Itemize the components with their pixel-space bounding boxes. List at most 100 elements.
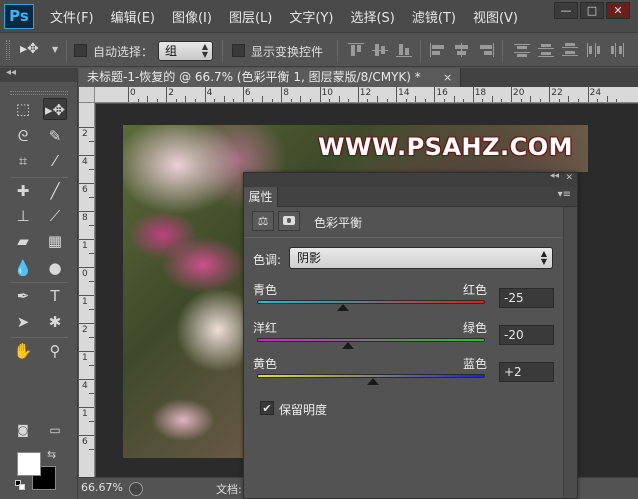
options-grip-icon[interactable] (6, 40, 10, 60)
panel-menu-icon[interactable]: ▾≡ (558, 189, 571, 200)
panel-scrollbar[interactable] (563, 207, 577, 498)
path-selection-tool-icon[interactable]: ➤ (11, 311, 35, 333)
foreground-color-swatch[interactable] (17, 452, 41, 476)
ruler-label: 22 (551, 88, 563, 98)
align-vcenter-icon[interactable] (372, 43, 388, 57)
ruler-minor-tick (89, 253, 94, 254)
cyan-red-slider-thumb[interactable] (336, 304, 349, 311)
ruler-minor-tick (195, 99, 197, 102)
panel-divider (244, 237, 577, 238)
ruler-label: 6 (244, 88, 251, 98)
minimize-button[interactable]: — (554, 2, 578, 19)
crop-tool-icon[interactable]: ⌗ (11, 150, 35, 172)
yellow-blue-value: +2 (504, 365, 522, 379)
move-tool-preset-icon[interactable]: ▸✥ (20, 41, 39, 57)
menu-image[interactable]: 图像(I) (172, 7, 212, 26)
vertical-ruler[interactable]: 246810121416 (79, 103, 95, 477)
magenta-green-slider[interactable] (257, 338, 485, 342)
ruler-minor-tick (376, 96, 378, 102)
balance-scale-icon[interactable]: ⚖ (252, 211, 274, 231)
show-transform-checkbox[interactable] (232, 44, 245, 57)
ruler-major-tick (79, 295, 94, 296)
align-hcenter-icon[interactable] (454, 43, 470, 57)
tab-properties[interactable]: 属性 (244, 187, 278, 207)
layer-mask-icon[interactable] (278, 211, 300, 231)
collapse-panel-icon[interactable]: ◂◂ (550, 171, 559, 181)
move-tool-icon[interactable]: ▸✥ (43, 98, 67, 120)
shape-tool-icon[interactable]: ✱ (43, 311, 67, 333)
close-document-icon[interactable]: × (443, 68, 452, 87)
align-bottom-icon[interactable] (396, 43, 412, 57)
chevron-down-icon[interactable]: ▼ (52, 45, 58, 54)
cyan-red-value: -25 (504, 291, 524, 305)
clone-stamp-tool-icon[interactable]: ⊥ (11, 205, 35, 227)
document-tab-strip: 未标题-1-恢复的 @ 66.7% (色彩平衡 1, 图层蒙版/8/CMYK) … (79, 68, 638, 87)
collapse-toolbox-icon[interactable]: ◂◂ (6, 67, 16, 78)
menu-type[interactable]: 文字(Y) (289, 7, 333, 26)
screen-mode-icon[interactable]: ▭ (43, 419, 67, 441)
preserve-luminosity-checkbox[interactable]: ✔ (260, 401, 274, 415)
distribute-hcenter-icon[interactable] (610, 43, 626, 57)
options-divider (66, 40, 67, 62)
ruler-minor-tick (89, 225, 94, 226)
brush-tool-icon[interactable]: ╱ (43, 180, 67, 202)
status-info-icon[interactable] (129, 482, 143, 496)
tone-dropdown[interactable]: 阴影 ▲ ▼ (289, 247, 553, 269)
lasso-tool-icon[interactable]: ᘓ (11, 125, 35, 147)
menu-select[interactable]: 选择(S) (350, 7, 394, 26)
align-right-icon[interactable] (478, 43, 494, 57)
eraser-tool-icon[interactable]: ▰ (11, 230, 35, 252)
ruler-minor-tick (175, 99, 177, 102)
ruler-origin[interactable] (79, 87, 95, 103)
horizontal-ruler[interactable]: 0 2 4 6 8 10 12 14 16 18 20 22 24 (95, 87, 638, 103)
marquee-tool-icon[interactable]: ⬚ (11, 98, 35, 120)
quick-mask-icon[interactable]: ◙ (11, 419, 35, 441)
hand-tool-icon[interactable]: ✋ (11, 340, 35, 362)
cyan-red-value-field[interactable]: -25 (499, 288, 554, 308)
menu-view[interactable]: 视图(V) (473, 7, 518, 26)
type-tool-icon[interactable]: T (43, 285, 67, 307)
distribute-vcenter-icon[interactable] (538, 43, 554, 57)
magenta-green-slider-thumb[interactable] (342, 342, 355, 349)
document-tab[interactable]: 未标题-1-恢复的 @ 66.7% (色彩平衡 1, 图层蒙版/8/CMYK) … (79, 68, 461, 87)
close-window-button[interactable]: ✕ (606, 2, 630, 19)
adjustment-title: 色彩平衡 (314, 216, 363, 230)
dodge-tool-icon[interactable]: ● (43, 257, 67, 279)
quick-selection-tool-icon[interactable]: ✎ (43, 125, 67, 147)
panel-title-bar[interactable]: ◂◂ ✕ (244, 171, 577, 187)
align-left-icon[interactable] (430, 43, 446, 57)
distribute-left-icon[interactable] (586, 43, 602, 57)
menu-layer[interactable]: 图层(L) (229, 7, 272, 26)
zoom-level[interactable]: 66.67% (81, 481, 123, 494)
cyan-red-slider[interactable] (257, 300, 485, 304)
menu-filter[interactable]: 滤镜(T) (412, 7, 456, 26)
toolbox-grip-icon[interactable] (10, 91, 68, 95)
zoom-tool-icon[interactable]: ⚲ (43, 340, 67, 362)
distribute-bottom-icon[interactable] (562, 43, 578, 57)
auto-select-dropdown[interactable]: 组 ▲ ▼ (158, 41, 213, 61)
ruler-label: 1 (82, 353, 88, 363)
menu-edit[interactable]: 编辑(E) (111, 7, 155, 26)
magenta-green-value-field[interactable]: -20 (499, 325, 554, 345)
ruler-minor-tick (137, 99, 139, 102)
eyedropper-tool-icon[interactable]: ⁄ (43, 150, 67, 172)
yellow-blue-value-field[interactable]: +2 (499, 362, 554, 382)
pen-tool-icon[interactable]: ✒ (11, 285, 35, 307)
maximize-button[interactable]: □ (580, 2, 604, 19)
distribute-top-icon[interactable] (514, 43, 530, 57)
auto-select-checkbox[interactable] (74, 44, 87, 57)
gradient-tool-icon[interactable]: ▦ (43, 230, 67, 252)
ruler-major-tick (166, 87, 168, 102)
ruler-minor-tick (606, 96, 608, 102)
close-panel-icon[interactable]: ✕ (565, 173, 573, 183)
menu-file[interactable]: 文件(F) (50, 7, 94, 26)
ruler-label: 18 (474, 88, 487, 98)
align-top-icon[interactable] (348, 43, 364, 57)
history-brush-tool-icon[interactable]: ⟋ (43, 205, 67, 227)
swap-colors-icon[interactable]: ⇆ (47, 448, 56, 461)
yellow-blue-slider-thumb[interactable] (367, 378, 380, 385)
default-colors-icon[interactable] (15, 480, 25, 490)
blur-tool-icon[interactable]: 💧 (11, 257, 35, 279)
tone-label: 色调: (253, 253, 282, 267)
healing-brush-tool-icon[interactable]: ✚ (11, 180, 35, 202)
